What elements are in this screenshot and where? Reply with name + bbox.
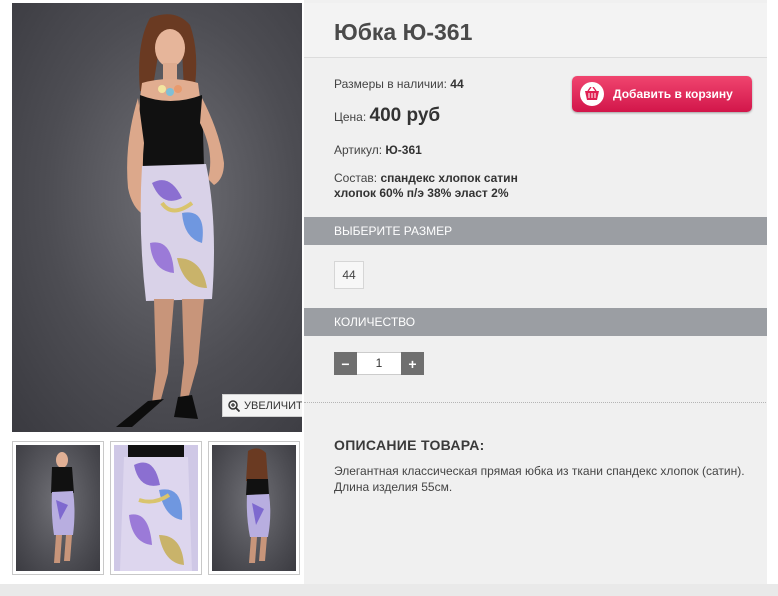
article-value: Ю-361 (385, 143, 422, 157)
quantity-increase-button[interactable]: + (401, 352, 424, 375)
price-value: 400 руб (369, 105, 441, 126)
description-heading: ОПИСАНИЕ ТОВАРА: (334, 437, 485, 453)
price-label: Цена: (334, 110, 367, 124)
thumbnail-1-image (51, 452, 75, 563)
gallery-column: УВЕЛИЧИТЬ (0, 0, 304, 596)
thumbnail-strip (12, 441, 302, 575)
sizes-value: 44 (450, 77, 464, 91)
composition-row: Состав: спандекс хлопок сатин хлопок 60%… (334, 171, 518, 201)
thumbnail-2[interactable] (110, 441, 202, 575)
thumbnail-1[interactable] (12, 441, 104, 575)
quantity-input[interactable]: 1 (357, 352, 401, 375)
size-section-heading: ВЫБЕРИТЕ РАЗМЕР (304, 217, 767, 245)
zoom-in-icon (228, 399, 240, 412)
sizes-label: Размеры в наличии: (334, 77, 447, 91)
size-option-44[interactable]: 44 (334, 261, 364, 289)
product-details: Юбка Ю-361 Размеры в наличии: 44 Цена: 4… (304, 0, 778, 596)
basket-icon (580, 82, 604, 106)
sizes-available: Размеры в наличии: 44 (334, 77, 464, 91)
composition-line-2: хлопок 60% п/э 38% эласт 2% (334, 186, 509, 200)
quantity-stepper[interactable]: − 1 + (334, 352, 424, 375)
add-to-cart-button[interactable]: Добавить в корзину (572, 76, 752, 112)
add-to-cart-label: Добавить в корзину (613, 87, 733, 101)
page-title: Юбка Ю-361 (334, 19, 473, 45)
product-info-panel: Размеры в наличии: 44 Цена: 400 руб Арти… (304, 62, 767, 402)
article-label: Артикул: (334, 143, 383, 157)
quantity-section-heading: КОЛИЧЕСТВО (304, 308, 767, 336)
right-margin (767, 0, 778, 596)
main-product-photo[interactable]: УВЕЛИЧИТЬ (12, 3, 302, 432)
thumbnail-3[interactable] (208, 441, 300, 575)
zoom-button[interactable]: УВЕЛИЧИТЬ (222, 394, 302, 417)
composition-line-1: спандекс хлопок сатин (380, 171, 518, 185)
description-text: Элегантная классическая прямая юбка из т… (334, 464, 745, 494)
title-bar: Юбка Ю-361 (304, 3, 767, 58)
model-figure (116, 14, 224, 427)
thumbnail-2-image (120, 445, 192, 571)
bottom-strip (0, 584, 778, 596)
price-row: Цена: 400 руб (334, 105, 440, 127)
article-row: Артикул: Ю-361 (334, 143, 422, 157)
quantity-decrease-button[interactable]: − (334, 352, 357, 375)
composition-label: Состав: (334, 171, 378, 185)
zoom-button-label: УВЕЛИЧИТЬ (244, 399, 302, 412)
divider (304, 402, 778, 403)
thumbnail-3-image (246, 448, 271, 563)
